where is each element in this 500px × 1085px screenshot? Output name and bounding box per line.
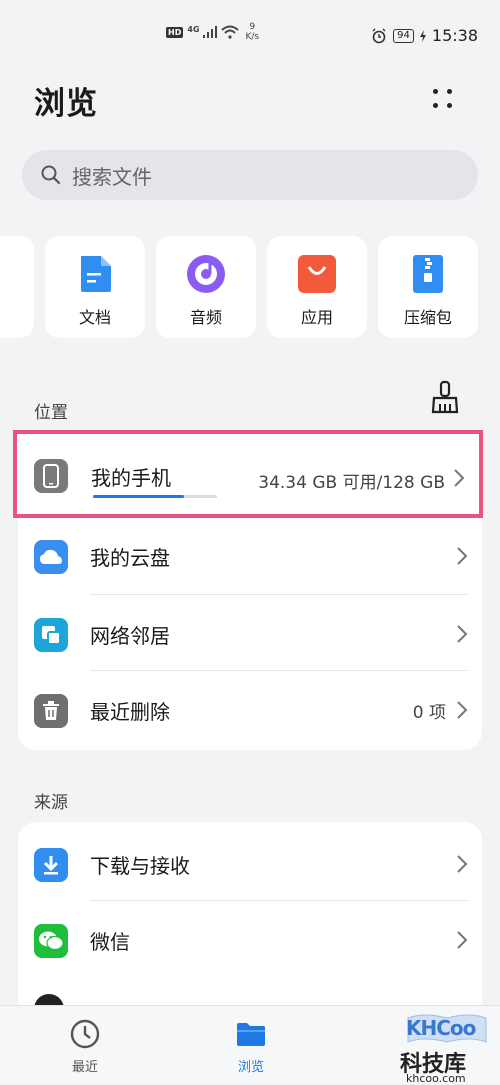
cloud-icon xyxy=(34,540,68,574)
category-label: 应用 xyxy=(300,308,333,327)
more-options-icon[interactable] xyxy=(430,86,456,112)
clean-icon[interactable] xyxy=(430,380,460,414)
clock-icon xyxy=(70,1019,100,1049)
search-bar[interactable]: 搜索文件 xyxy=(22,150,478,200)
location-label: 网络邻居 xyxy=(90,624,170,648)
category-audio[interactable]: 音频 xyxy=(156,236,256,338)
chevron-right-icon xyxy=(457,855,468,873)
category-documents[interactable]: 文档 xyxy=(45,236,145,338)
category-row[interactable]: 文档 音频 应用 压缩包 xyxy=(0,236,500,338)
storage-value: 34.34 GB 可用/128 GB xyxy=(258,473,445,493)
trash-icon xyxy=(34,694,68,728)
tab-recent[interactable]: 最近 xyxy=(20,1006,150,1084)
location-row-my-phone[interactable]: 我的手机 34.34 GB 可用/128 GB xyxy=(13,430,483,518)
status-right: 94 15:38 xyxy=(371,26,478,45)
wifi-icon xyxy=(221,25,240,39)
category-label: 文档 xyxy=(78,308,111,327)
tab-label: 浏览 xyxy=(237,1060,264,1075)
location-label: 我的手机 xyxy=(91,466,171,490)
signal-icon xyxy=(203,26,218,38)
category-archives[interactable]: 压缩包 xyxy=(378,236,478,338)
battery-level: 94 xyxy=(393,28,414,43)
tab-browse[interactable]: 浏览 xyxy=(186,1006,316,1084)
download-icon xyxy=(34,848,68,882)
deleted-count: 0 项 xyxy=(412,703,446,723)
net-speed-value: 9 xyxy=(249,22,256,32)
chevron-right-icon xyxy=(454,469,465,487)
storage-progress xyxy=(93,495,217,498)
chevron-right-icon xyxy=(457,625,468,643)
archive-icon xyxy=(413,255,443,293)
page-title: 浏览 xyxy=(34,86,98,122)
watermark: KHCoo 科技库 khcoo.com xyxy=(398,1010,498,1085)
wechat-icon xyxy=(34,924,68,958)
clock-time: 15:38 xyxy=(431,26,478,45)
net-speed: 9 K/s xyxy=(245,22,259,42)
search-placeholder: 搜索文件 xyxy=(72,164,152,189)
chevron-right-icon xyxy=(457,547,468,565)
chevron-right-icon xyxy=(457,931,468,949)
status-bar: HD 4G 9 K/s 94 15:38 xyxy=(0,0,500,52)
alarm-icon xyxy=(372,28,386,43)
location-row-recently-deleted[interactable]: 最近删除 0 项 xyxy=(18,670,482,750)
tab-label: 最近 xyxy=(71,1060,98,1075)
document-icon xyxy=(81,256,111,292)
phone-icon xyxy=(34,459,68,493)
location-row-network[interactable]: 网络邻居 xyxy=(18,594,482,674)
category-label: 压缩包 xyxy=(403,308,452,327)
app-icon xyxy=(298,255,336,293)
category-label: 音频 xyxy=(189,308,222,327)
network-type: 4G xyxy=(187,24,200,34)
charging-icon xyxy=(419,29,426,42)
location-label: 最近删除 xyxy=(90,700,170,724)
watermark-logo-text: KHCoo xyxy=(406,1016,476,1040)
source-row-downloads[interactable]: 下载与接收 xyxy=(18,824,482,904)
section-label-locations: 位置 xyxy=(34,403,68,423)
source-label: 下载与接收 xyxy=(90,854,190,878)
search-icon xyxy=(41,165,61,185)
network-icon xyxy=(34,618,68,652)
hd-badge: HD xyxy=(166,26,184,38)
sources-card: 下载与接收 微信 xyxy=(18,822,482,1024)
watermark-url: khcoo.com xyxy=(406,1072,466,1085)
category-apps[interactable]: 应用 xyxy=(267,236,367,338)
storage-progress-fill xyxy=(93,495,184,498)
source-label: 微信 xyxy=(90,930,130,954)
category-tile-partial[interactable] xyxy=(0,236,34,338)
location-label: 我的云盘 xyxy=(90,546,170,570)
status-indicators: HD 4G 9 K/s xyxy=(166,22,259,42)
section-label-sources: 来源 xyxy=(34,793,68,813)
folder-icon xyxy=(237,1023,265,1046)
source-row-wechat[interactable]: 微信 xyxy=(18,900,482,980)
audio-icon xyxy=(187,255,225,293)
location-row-cloud[interactable]: 我的云盘 xyxy=(18,516,482,596)
chevron-right-icon xyxy=(457,701,468,719)
net-speed-unit: K/s xyxy=(245,32,260,42)
